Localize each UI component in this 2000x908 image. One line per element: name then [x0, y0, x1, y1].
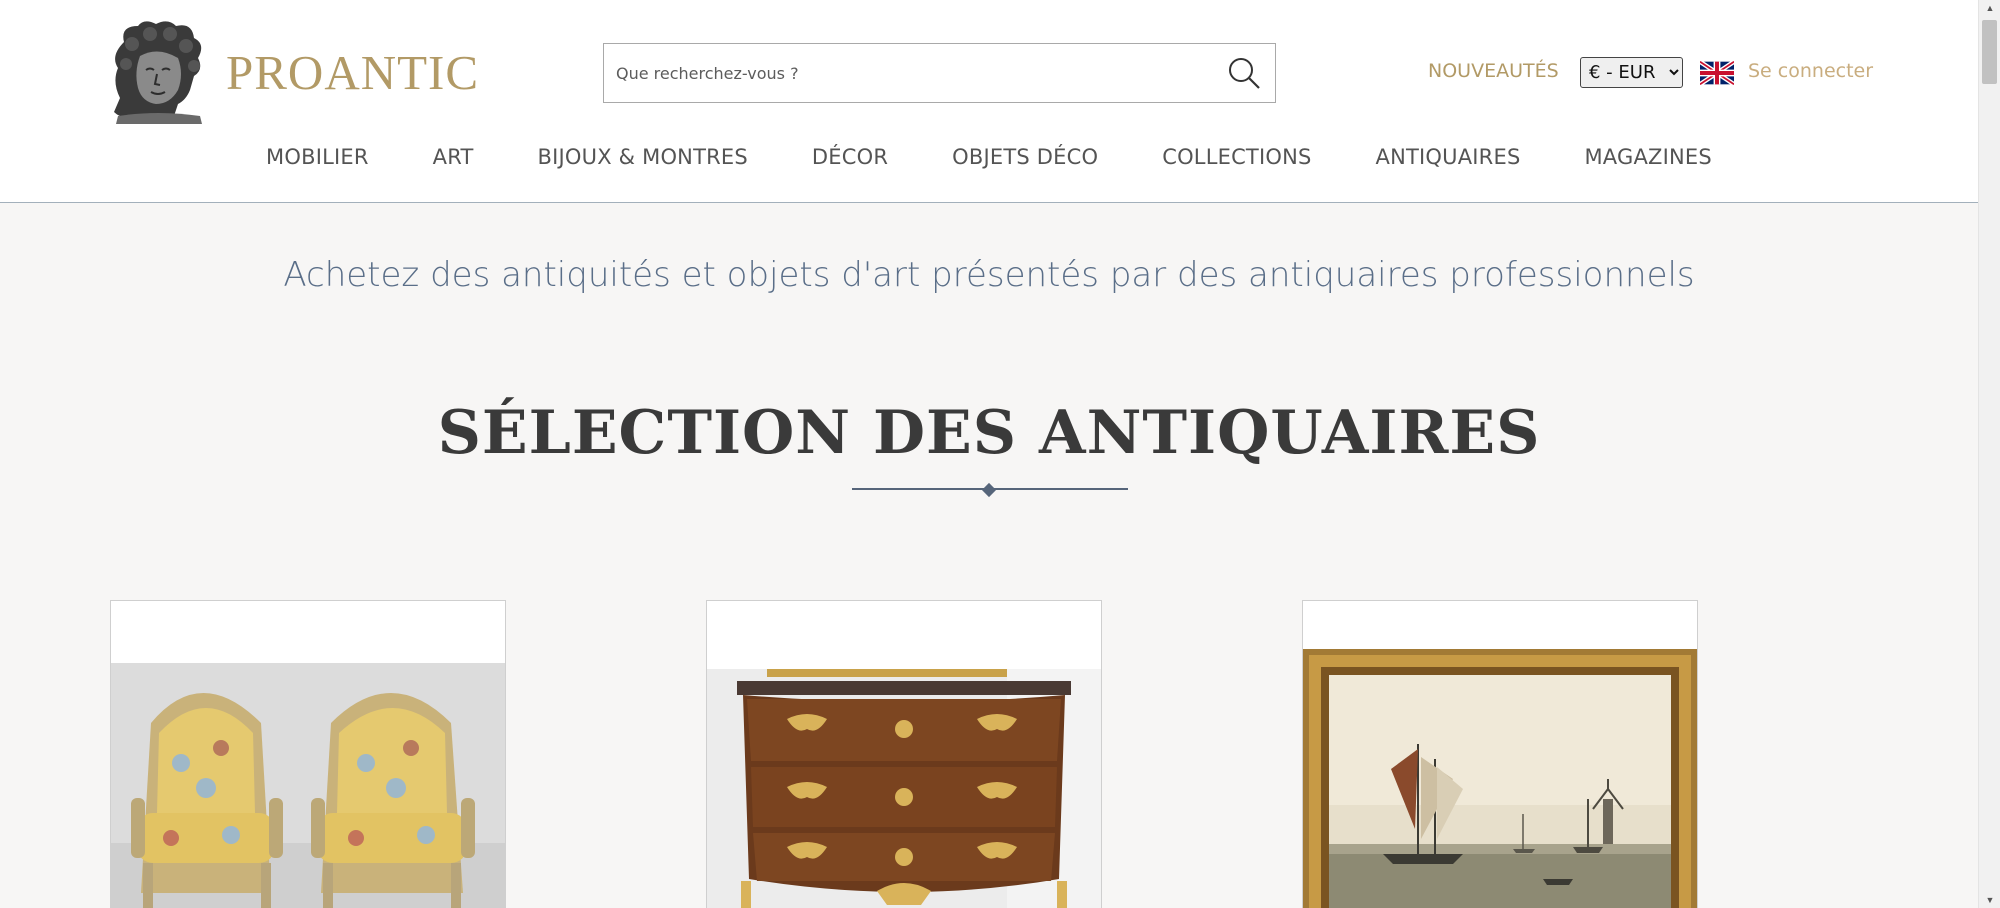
- nav-item-art[interactable]: ART: [433, 145, 474, 169]
- nav-item-mobilier[interactable]: MOBILIER: [266, 145, 369, 169]
- page-tagline: Achetez des antiquités et objets d'art p…: [283, 255, 1695, 295]
- search-icon[interactable]: [1227, 56, 1261, 90]
- uk-flag-icon[interactable]: [1700, 61, 1734, 85]
- site-logo[interactable]: PROANTIC: [110, 20, 479, 124]
- nav-item-magazines[interactable]: MAGAZINES: [1584, 145, 1711, 169]
- signin-link[interactable]: Se connecter: [1748, 60, 1873, 82]
- nav-item-objets-deco[interactable]: OBJETS DÉCO: [952, 145, 1098, 169]
- main-nav: MOBILIER ART BIJOUX & MONTRES DÉCOR OBJE…: [0, 145, 1978, 169]
- product-card-armchairs[interactable]: [110, 600, 506, 908]
- armchairs-image: [111, 663, 505, 908]
- nav-item-decor[interactable]: DÉCOR: [812, 145, 888, 169]
- section-title: SÉLECTION DES ANTIQUAIRES: [437, 398, 1541, 468]
- nav-item-antiquaires[interactable]: ANTIQUAIRES: [1376, 145, 1521, 169]
- classical-bust-icon: [114, 21, 202, 124]
- page-scrollbar[interactable]: ▲ ▼: [1978, 0, 2000, 908]
- scroll-thumb[interactable]: [1982, 20, 1997, 84]
- product-card-chest-of-drawers[interactable]: [706, 600, 1102, 908]
- ship-painting-image: [1303, 649, 1697, 908]
- nav-item-collections[interactable]: COLLECTIONS: [1162, 145, 1311, 169]
- divider-diamond-icon: [981, 482, 997, 498]
- new-arrivals-link[interactable]: NOUVEAUTÉS: [1428, 60, 1559, 82]
- currency-select[interactable]: € - EUR: [1580, 57, 1683, 88]
- scroll-up-arrow-icon[interactable]: ▲: [1979, 0, 2000, 16]
- scroll-down-arrow-icon[interactable]: ▼: [1979, 892, 2000, 908]
- search-input[interactable]: [604, 44, 1194, 102]
- search-bar: [603, 43, 1276, 103]
- site-header: PROANTIC NOUVEAUTÉS € - EUR Se connecter…: [0, 0, 1978, 203]
- logo-wordmark: PROANTIC: [226, 44, 480, 100]
- nav-item-bijoux-montres[interactable]: BIJOUX & MONTRES: [538, 145, 748, 169]
- product-card-painting[interactable]: [1302, 600, 1698, 908]
- chest-of-drawers-image: [707, 669, 1101, 908]
